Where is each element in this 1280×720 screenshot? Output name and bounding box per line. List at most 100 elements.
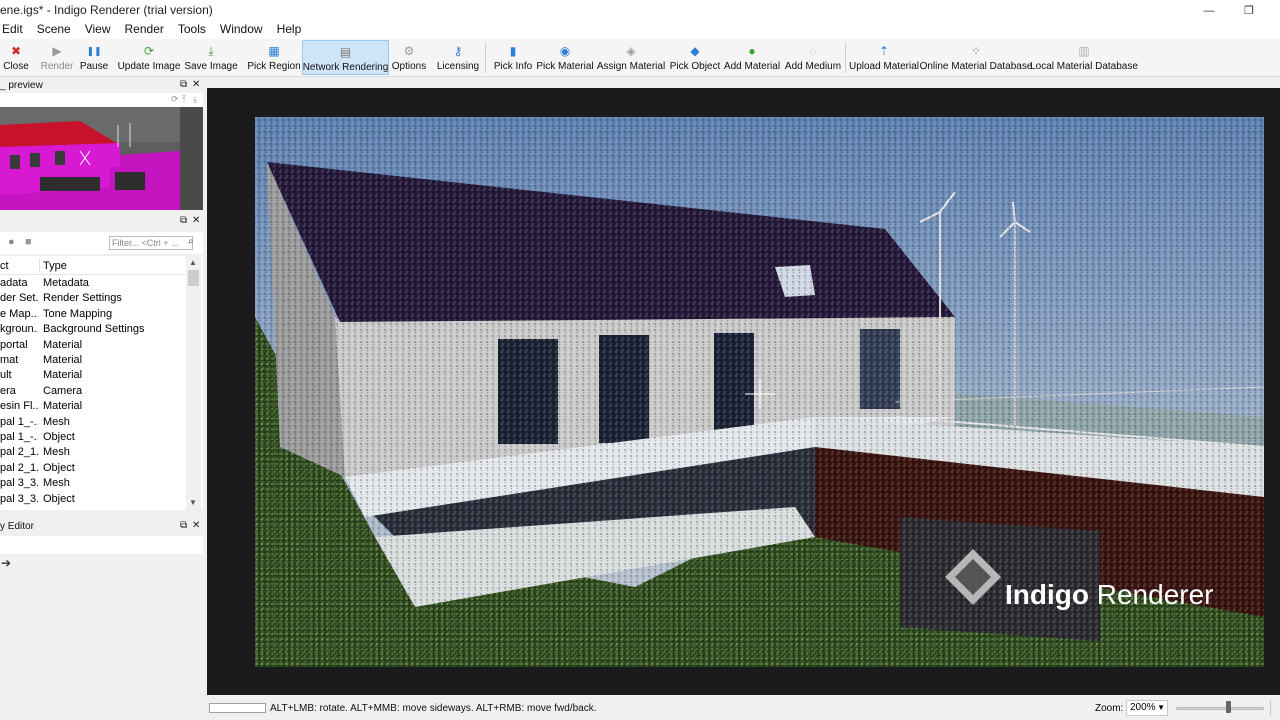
row-type: Object	[43, 461, 75, 474]
table-row[interactable]: pal 1_-... Mesh	[0, 415, 186, 430]
property-input[interactable]	[0, 536, 203, 554]
table-row[interactable]: ult Material	[0, 368, 186, 383]
upload-icon: ⇡	[878, 44, 890, 58]
row-name: pal 3_3...	[0, 492, 38, 505]
toolbar-button-label: Render	[40, 61, 74, 72]
pick-info-button[interactable]: ▮ Pick Info	[491, 40, 535, 75]
menu-view[interactable]: View	[85, 21, 111, 39]
scene-preview[interactable]	[0, 107, 203, 210]
window-title: ene.igs* - Indigo Renderer (trial versio…	[0, 3, 213, 17]
table-row[interactable]: der Set... Render Settings	[0, 291, 186, 306]
menu-scene[interactable]: Scene	[37, 21, 71, 39]
zoom-value: 200%	[1130, 702, 1156, 713]
assign-material-button[interactable]: ◈ Assign Material	[597, 40, 665, 75]
column-type[interactable]: Type	[43, 260, 67, 272]
close-icon[interactable]: ✕	[192, 520, 200, 531]
toolbar-button-label: Update Image	[117, 61, 181, 72]
scrollbar-thumb[interactable]	[188, 270, 199, 286]
upload-material-button[interactable]: ⇡ Upload Material	[849, 40, 919, 75]
column-object[interactable]: ct	[0, 260, 9, 272]
zoom-slider-track[interactable]	[1176, 707, 1264, 710]
scene-filter-input[interactable]: Filter... <Ctrl + ...	[109, 236, 193, 250]
preview-house-image	[0, 107, 203, 210]
pause-button[interactable]: ❚❚ Pause	[77, 40, 111, 75]
cube-icon[interactable]: ■	[25, 236, 32, 248]
licensing-button[interactable]: ⚷ Licensing	[434, 40, 482, 75]
add-medium-button[interactable]: ◌ Add Medium	[784, 40, 842, 75]
local-material-database-button[interactable]: ▥ Local Material Database	[1030, 40, 1138, 75]
property-panel-title: y Editor	[0, 521, 34, 532]
network-rendering-button[interactable]: ▤ Network Rendering	[302, 40, 389, 75]
table-row[interactable]: portal Material	[0, 338, 186, 353]
zoom-label: Zoom:	[1095, 703, 1124, 714]
menu-tools[interactable]: Tools	[178, 21, 206, 39]
table-row[interactable]: kgroun... Background Settings	[0, 322, 186, 337]
table-row[interactable]: era Camera	[0, 384, 186, 399]
close-button[interactable]: ✖ Close	[0, 40, 32, 75]
table-row[interactable]: pal 3_3... Object	[0, 492, 186, 507]
online-material-database-button[interactable]: ⁘ Online Material Database	[920, 40, 1033, 75]
options-button[interactable]: ⚙ Options	[390, 40, 428, 75]
close-icon[interactable]: ✕	[192, 215, 200, 226]
pin-icon[interactable]: ⤒	[182, 94, 186, 105]
gear-icon: ⚙	[403, 44, 415, 58]
scene-filter-bar: ● ■ Filter... <Ctrl + ... ⌕	[0, 232, 203, 254]
row-name: e Map...	[0, 307, 38, 320]
toolbar-button-label: Upload Material	[848, 61, 920, 72]
row-name: era	[0, 384, 16, 397]
zoom-slider-thumb[interactable]	[1226, 701, 1231, 713]
add-material-button[interactable]: ● Add Material	[723, 40, 781, 75]
menu-render[interactable]: Render	[125, 21, 164, 39]
sphere-icon[interactable]: ●	[8, 236, 15, 248]
toolbar-button-label: Add Medium	[784, 61, 842, 72]
database-icon: ▥	[1078, 44, 1090, 58]
render-button[interactable]: ▶ Render	[40, 40, 74, 75]
minimize-button[interactable]: —	[1189, 0, 1229, 21]
row-name: pal 2_1...	[0, 446, 38, 459]
update-image-button[interactable]: ⟳ Update Image	[117, 40, 181, 75]
pick-object-button[interactable]: ◆ Pick Object	[668, 40, 722, 75]
table-row[interactable]: pal 3_3... Mesh	[0, 476, 186, 491]
menu-window[interactable]: Window	[220, 21, 263, 39]
row-type: Mesh	[43, 477, 70, 490]
toolbar-button-label: Assign Material	[596, 61, 666, 72]
watermark-bold: Indigo	[1005, 579, 1089, 610]
arrow-right-icon[interactable]: ➔	[1, 556, 11, 570]
row-type: Material	[43, 369, 83, 382]
pick-region-button[interactable]: ▦ Pick Region	[246, 40, 302, 75]
row-name: pal 1_-...	[0, 431, 38, 443]
table-row[interactable]: e Map... Tone Mapping	[0, 307, 186, 322]
scroll-up-icon[interactable]: ▲	[189, 258, 197, 267]
key-icon: ⚷	[453, 44, 463, 58]
row-name: kgroun...	[0, 323, 38, 336]
menu-edit[interactable]: Edit	[2, 21, 23, 39]
table-row[interactable]: pal 2_1... Mesh	[0, 445, 186, 460]
save-image-button[interactable]: ⤓ Save Image	[183, 40, 239, 75]
pick-material-button[interactable]: ◉ Pick Material	[536, 40, 594, 75]
float-icon[interactable]: ⧉	[180, 79, 187, 90]
toolbar-button-label: Pick Region	[247, 61, 301, 72]
table-row[interactable]: adata Metadata	[0, 276, 186, 291]
table-row[interactable]: pal 2_1... Object	[0, 461, 186, 476]
float-icon[interactable]: ⧉	[180, 520, 187, 531]
table-row[interactable]: mat Material	[0, 353, 186, 368]
table-row[interactable]: esin Fl... Material	[0, 399, 186, 414]
table-row[interactable]: pal 1_-... Object	[0, 430, 186, 445]
float-icon[interactable]: ⧉	[180, 215, 187, 226]
toolbar: ✖ Close ▶ Render ❚❚ Pause ⟳ Update Image ⤓ Save I…	[0, 39, 1280, 77]
restore-button[interactable]: ❐	[1229, 0, 1269, 21]
refresh-icon[interactable]: ⟳	[171, 94, 179, 105]
scroll-down-icon[interactable]: ▼	[189, 498, 197, 507]
toolbar-button-label: Pick Material	[536, 61, 594, 72]
download-icon: ⤓	[208, 44, 214, 58]
render-viewport[interactable]: Indigo Renderer	[207, 88, 1280, 695]
download-icon[interactable]: ⤓	[193, 94, 197, 105]
zoom-select[interactable]: 200% ▼	[1126, 700, 1168, 716]
search-icon[interactable]: ⌕	[188, 236, 200, 250]
add-medium-icon: ◌	[809, 44, 817, 58]
scene-tree-scrollbar[interactable]: ▲ ▼	[186, 256, 201, 510]
row-type: Object	[43, 431, 75, 443]
menu-help[interactable]: Help	[277, 21, 302, 39]
render-image[interactable]: Indigo Renderer	[255, 117, 1264, 667]
close-icon[interactable]: ✕	[192, 79, 200, 90]
